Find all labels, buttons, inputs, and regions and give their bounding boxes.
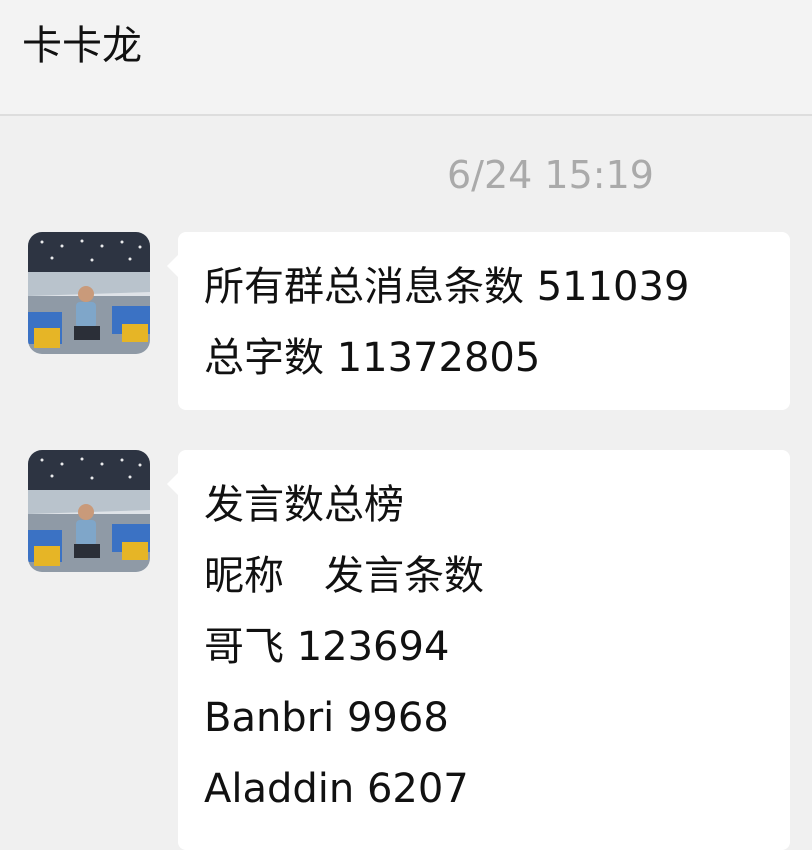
avatar-photo-icon bbox=[28, 450, 150, 572]
message-line: 昵称 发言条数 bbox=[204, 553, 484, 599]
sender-avatar[interactable] bbox=[28, 232, 150, 354]
message-line: 发言数总榜 bbox=[204, 482, 404, 528]
sender-avatar[interactable] bbox=[28, 450, 150, 572]
message-timestamp: 6/24 15:19 bbox=[447, 153, 654, 197]
chat-title: 卡卡龙 bbox=[22, 23, 142, 69]
message-bubble[interactable]: 发言数总榜 昵称 发言条数 哥飞 123694 Banbri 9968 Alad… bbox=[167, 450, 790, 850]
chat-header: 卡卡龙 bbox=[0, 0, 812, 116]
avatar-photo-icon bbox=[28, 232, 150, 354]
message-line: 所有群总消息条数 511039 bbox=[204, 264, 690, 310]
message-line: Aladdin 6207 bbox=[204, 766, 469, 812]
message-line: Banbri 9968 bbox=[204, 695, 449, 741]
message-line: 总字数 11372805 bbox=[204, 335, 541, 381]
message-line: 哥飞 123694 bbox=[204, 624, 450, 670]
message-bubble[interactable]: 所有群总消息条数 511039 总字数 11372805 bbox=[167, 232, 790, 410]
